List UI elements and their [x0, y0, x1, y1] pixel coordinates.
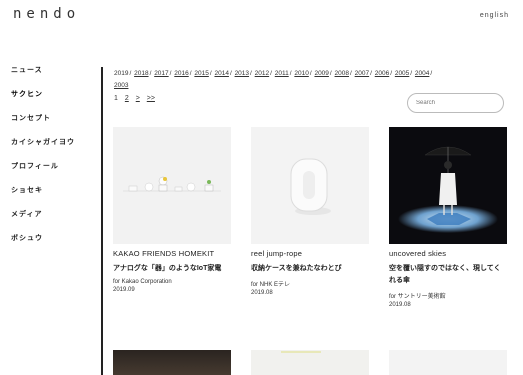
- work-client: for Kakao Corporation: [113, 279, 172, 285]
- work-thumbnail[interactable]: [113, 350, 231, 375]
- work-date: 2019.09: [113, 287, 135, 293]
- vertical-divider: [101, 67, 103, 375]
- work-thumbnail[interactable]: [113, 127, 231, 244]
- year-link-2007[interactable]: 2007: [355, 70, 369, 77]
- year-link-2008[interactable]: 2008: [335, 70, 349, 77]
- year-link-2014[interactable]: 2014: [214, 70, 228, 77]
- sidebar-item-news[interactable]: ニュース: [11, 67, 91, 91]
- work-thumbnail[interactable]: [389, 127, 507, 244]
- year-link-2015[interactable]: 2015: [194, 70, 208, 77]
- work-description: アナログな「器」のようなIoT家電: [113, 265, 222, 272]
- work-client: for NHK Eテレ: [251, 282, 291, 288]
- work-card[interactable]: uncovered skies 空を覆い隠すのではなく、現してくれる傘 for …: [389, 127, 507, 308]
- sidebar-item-profile[interactable]: プロフィール: [11, 163, 91, 187]
- sidebar-item-media[interactable]: メディア: [11, 211, 91, 235]
- work-date: 2019.08: [251, 290, 273, 296]
- language-switch-link[interactable]: english: [480, 12, 509, 19]
- year-link-2017[interactable]: 2017: [154, 70, 168, 77]
- year-link-2018[interactable]: 2018: [134, 70, 148, 77]
- year-link-2012[interactable]: 2012: [255, 70, 269, 77]
- work-thumbnail[interactable]: [251, 350, 369, 375]
- work-card[interactable]: reel jump-rope 収納ケースを兼ねたなわとび for NHK Eテレ…: [251, 127, 369, 296]
- pagination: 1 2 > >>: [114, 95, 160, 102]
- year-link-2016[interactable]: 2016: [174, 70, 188, 77]
- page-link-2[interactable]: 2: [125, 95, 129, 102]
- search-input[interactable]: [407, 93, 504, 113]
- page-current: 1: [114, 95, 118, 102]
- thumbnail-detail: [281, 351, 321, 353]
- sidebar-item-recruit[interactable]: ボシュウ: [11, 235, 91, 259]
- year-link-2010[interactable]: 2010: [294, 70, 308, 77]
- year-link-2003[interactable]: 2003: [114, 82, 128, 89]
- device-image: [123, 176, 221, 192]
- year-filter: 2019/ 2018/ 2017/ 2016/ 2015/ 2014/ 2013…: [114, 70, 433, 89]
- sidebar-nav: ニュース サクヒン コンセプト カイシャガイヨウ プロフィール ショセキ メディ…: [11, 67, 91, 259]
- sidebar-item-concept[interactable]: コンセプト: [11, 115, 91, 139]
- work-card[interactable]: KAKAO FRIENDS HOMEKIT アナログな「器」のようなIoT家電 …: [113, 127, 231, 293]
- work-description: 収納ケースを兼ねたなわとび: [251, 265, 342, 272]
- year-link-2005[interactable]: 2005: [395, 70, 409, 77]
- work-title[interactable]: uncovered skies: [389, 249, 507, 258]
- work-client: for サントリー美術館: [389, 294, 446, 300]
- page-last-link[interactable]: >>: [147, 95, 155, 102]
- work-date: 2019.08: [389, 302, 411, 308]
- sidebar-item-company[interactable]: カイシャガイヨウ: [11, 139, 91, 163]
- year-link-2004[interactable]: 2004: [415, 70, 429, 77]
- year-link-2019[interactable]: 2019: [114, 70, 128, 77]
- site-logo[interactable]: nendo: [13, 6, 80, 22]
- sidebar-item-books[interactable]: ショセキ: [11, 187, 91, 211]
- year-link-2009[interactable]: 2009: [314, 70, 328, 77]
- page-next-link[interactable]: >: [136, 95, 140, 102]
- jump-rope-image: [290, 158, 331, 215]
- year-link-2006[interactable]: 2006: [375, 70, 389, 77]
- work-thumbnail[interactable]: [389, 350, 507, 375]
- work-thumbnail[interactable]: [251, 127, 369, 244]
- work-description: 空を覆い隠すのではなく、現してくれる傘: [389, 265, 501, 284]
- sidebar-item-works[interactable]: サクヒン: [11, 91, 91, 115]
- year-link-2013[interactable]: 2013: [235, 70, 249, 77]
- work-title[interactable]: KAKAO FRIENDS HOMEKIT: [113, 249, 231, 258]
- umbrella-photo: [398, 146, 498, 233]
- year-link-2011[interactable]: 2011: [275, 70, 289, 77]
- work-title[interactable]: reel jump-rope: [251, 249, 369, 258]
